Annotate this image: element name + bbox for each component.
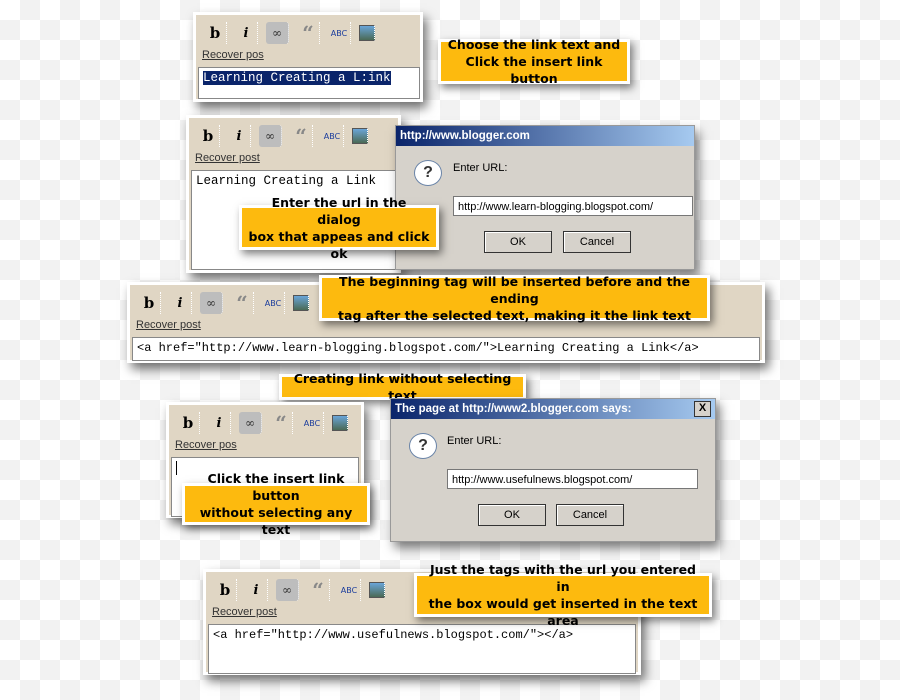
dialog-title: The page at http://www2.blogger.com says… — [391, 399, 715, 419]
editor-toolbar: b i ∞ “ ABC — [204, 21, 375, 45]
recover-post-link[interactable]: Recover post — [136, 319, 201, 331]
recover-post-link[interactable]: Recover pos — [175, 439, 237, 451]
url-input[interactable]: http://www.learn-blogging.blogspot.com/ — [453, 196, 693, 216]
recover-post-link[interactable]: Recover post — [212, 606, 277, 618]
post-textarea[interactable]: Learning Creating a L:ink — [198, 67, 420, 99]
callout-line: the box would get inserted in the text a… — [428, 596, 698, 628]
link-icon[interactable]: ∞ — [266, 22, 289, 44]
link-icon[interactable]: ∞ — [276, 579, 299, 601]
editor-panel-1: b i ∞ “ ABC Recover pos Learning Creatin… — [193, 12, 423, 102]
callout-line: Choose the link text and — [447, 37, 621, 52]
callout-line: Just the tags with the url you entered i… — [429, 562, 697, 594]
dialog-title-text: The page at http://www2.blogger.com says… — [395, 403, 632, 415]
question-icon: ? — [414, 160, 442, 186]
callout-step-4: Click the insert link button without sele… — [182, 471, 370, 537]
editor-toolbar: b i ∞ “ ABC — [138, 291, 309, 315]
post-textarea[interactable]: <a href="http://www.usefulnews.blogspot.… — [208, 624, 636, 674]
image-icon[interactable] — [332, 415, 348, 431]
callout-line: without selecting any text — [199, 505, 353, 537]
cancel-button[interactable]: Cancel — [556, 504, 624, 526]
callout-line: tag after the selected text, making it t… — [338, 307, 691, 323]
spellcheck-icon[interactable]: ABC — [328, 22, 351, 44]
text-cursor — [176, 461, 177, 475]
quote-icon[interactable]: “ — [231, 291, 254, 315]
callout-step-5: Just the tags with the url you entered i… — [414, 562, 712, 628]
editor-toolbar: b i ∞ “ ABC — [214, 578, 385, 602]
selected-text: Learning Creating a L:ink — [203, 71, 391, 85]
italic-button[interactable]: i — [169, 292, 192, 314]
link-icon[interactable]: ∞ — [200, 292, 223, 314]
ok-button[interactable]: OK — [484, 231, 552, 253]
quote-icon[interactable]: “ — [290, 124, 313, 148]
callout-step-3: The beginning tag will be inserted befor… — [319, 273, 710, 323]
image-icon[interactable] — [293, 295, 309, 311]
italic-button[interactable]: i — [208, 412, 231, 434]
dialog-title: http://www.blogger.com — [396, 126, 694, 146]
url-dialog-1: http://www.blogger.com ? Enter URL: http… — [395, 125, 695, 270]
bold-button[interactable]: b — [197, 125, 220, 147]
bold-button[interactable]: b — [138, 292, 161, 314]
italic-button[interactable]: i — [245, 579, 268, 601]
quote-icon[interactable]: “ — [297, 21, 320, 45]
callout-step-2: Enter the url in the dialog box that appe… — [239, 195, 439, 261]
recover-post-link[interactable]: Recover post — [195, 152, 260, 164]
dialog-prompt: Enter URL: — [453, 162, 508, 174]
bold-button[interactable]: b — [204, 22, 227, 44]
url-dialog-2: The page at http://www2.blogger.com says… — [390, 398, 716, 542]
callout-line: Click the insert link button — [465, 54, 603, 86]
question-icon: ? — [409, 433, 437, 459]
close-button[interactable]: X — [694, 401, 711, 417]
callout-line: The beginning tag will be inserted befor… — [339, 273, 690, 306]
dialog-prompt: Enter URL: — [447, 435, 502, 447]
post-textarea[interactable]: <a href="http://www.learn-blogging.blogs… — [132, 337, 760, 361]
url-input[interactable]: http://www.usefulnews.blogspot.com/ — [447, 469, 698, 489]
italic-button[interactable]: i — [228, 125, 251, 147]
callout-line: box that appeas and click ok — [248, 228, 430, 261]
editor-toolbar: b i ∞ “ ABC — [197, 124, 368, 148]
spellcheck-icon[interactable]: ABC — [321, 125, 344, 147]
bold-button[interactable]: b — [214, 579, 237, 601]
recover-post-link[interactable]: Recover pos — [202, 49, 264, 61]
editor-toolbar: b i ∞ “ ABC — [177, 411, 348, 435]
callout-step-1: Choose the link text and Click the insert… — [438, 37, 630, 86]
callout-line: Enter the url in the dialog — [271, 194, 407, 227]
quote-icon[interactable]: “ — [270, 411, 293, 435]
image-icon[interactable] — [359, 25, 375, 41]
spellcheck-icon[interactable]: ABC — [338, 579, 361, 601]
image-icon[interactable] — [352, 128, 368, 144]
quote-icon[interactable]: “ — [307, 578, 330, 602]
spellcheck-icon[interactable]: ABC — [262, 292, 285, 314]
ok-button[interactable]: OK — [478, 504, 546, 526]
italic-button[interactable]: i — [235, 22, 258, 44]
image-icon[interactable] — [369, 582, 385, 598]
bold-button[interactable]: b — [177, 412, 200, 434]
section-heading-no-selection: Creating link without selecting text — [279, 371, 526, 403]
link-icon[interactable]: ∞ — [259, 125, 282, 147]
spellcheck-icon[interactable]: ABC — [301, 412, 324, 434]
cancel-button[interactable]: Cancel — [563, 231, 631, 253]
link-icon[interactable]: ∞ — [239, 412, 262, 434]
callout-line: Click the insert link button — [207, 471, 345, 503]
